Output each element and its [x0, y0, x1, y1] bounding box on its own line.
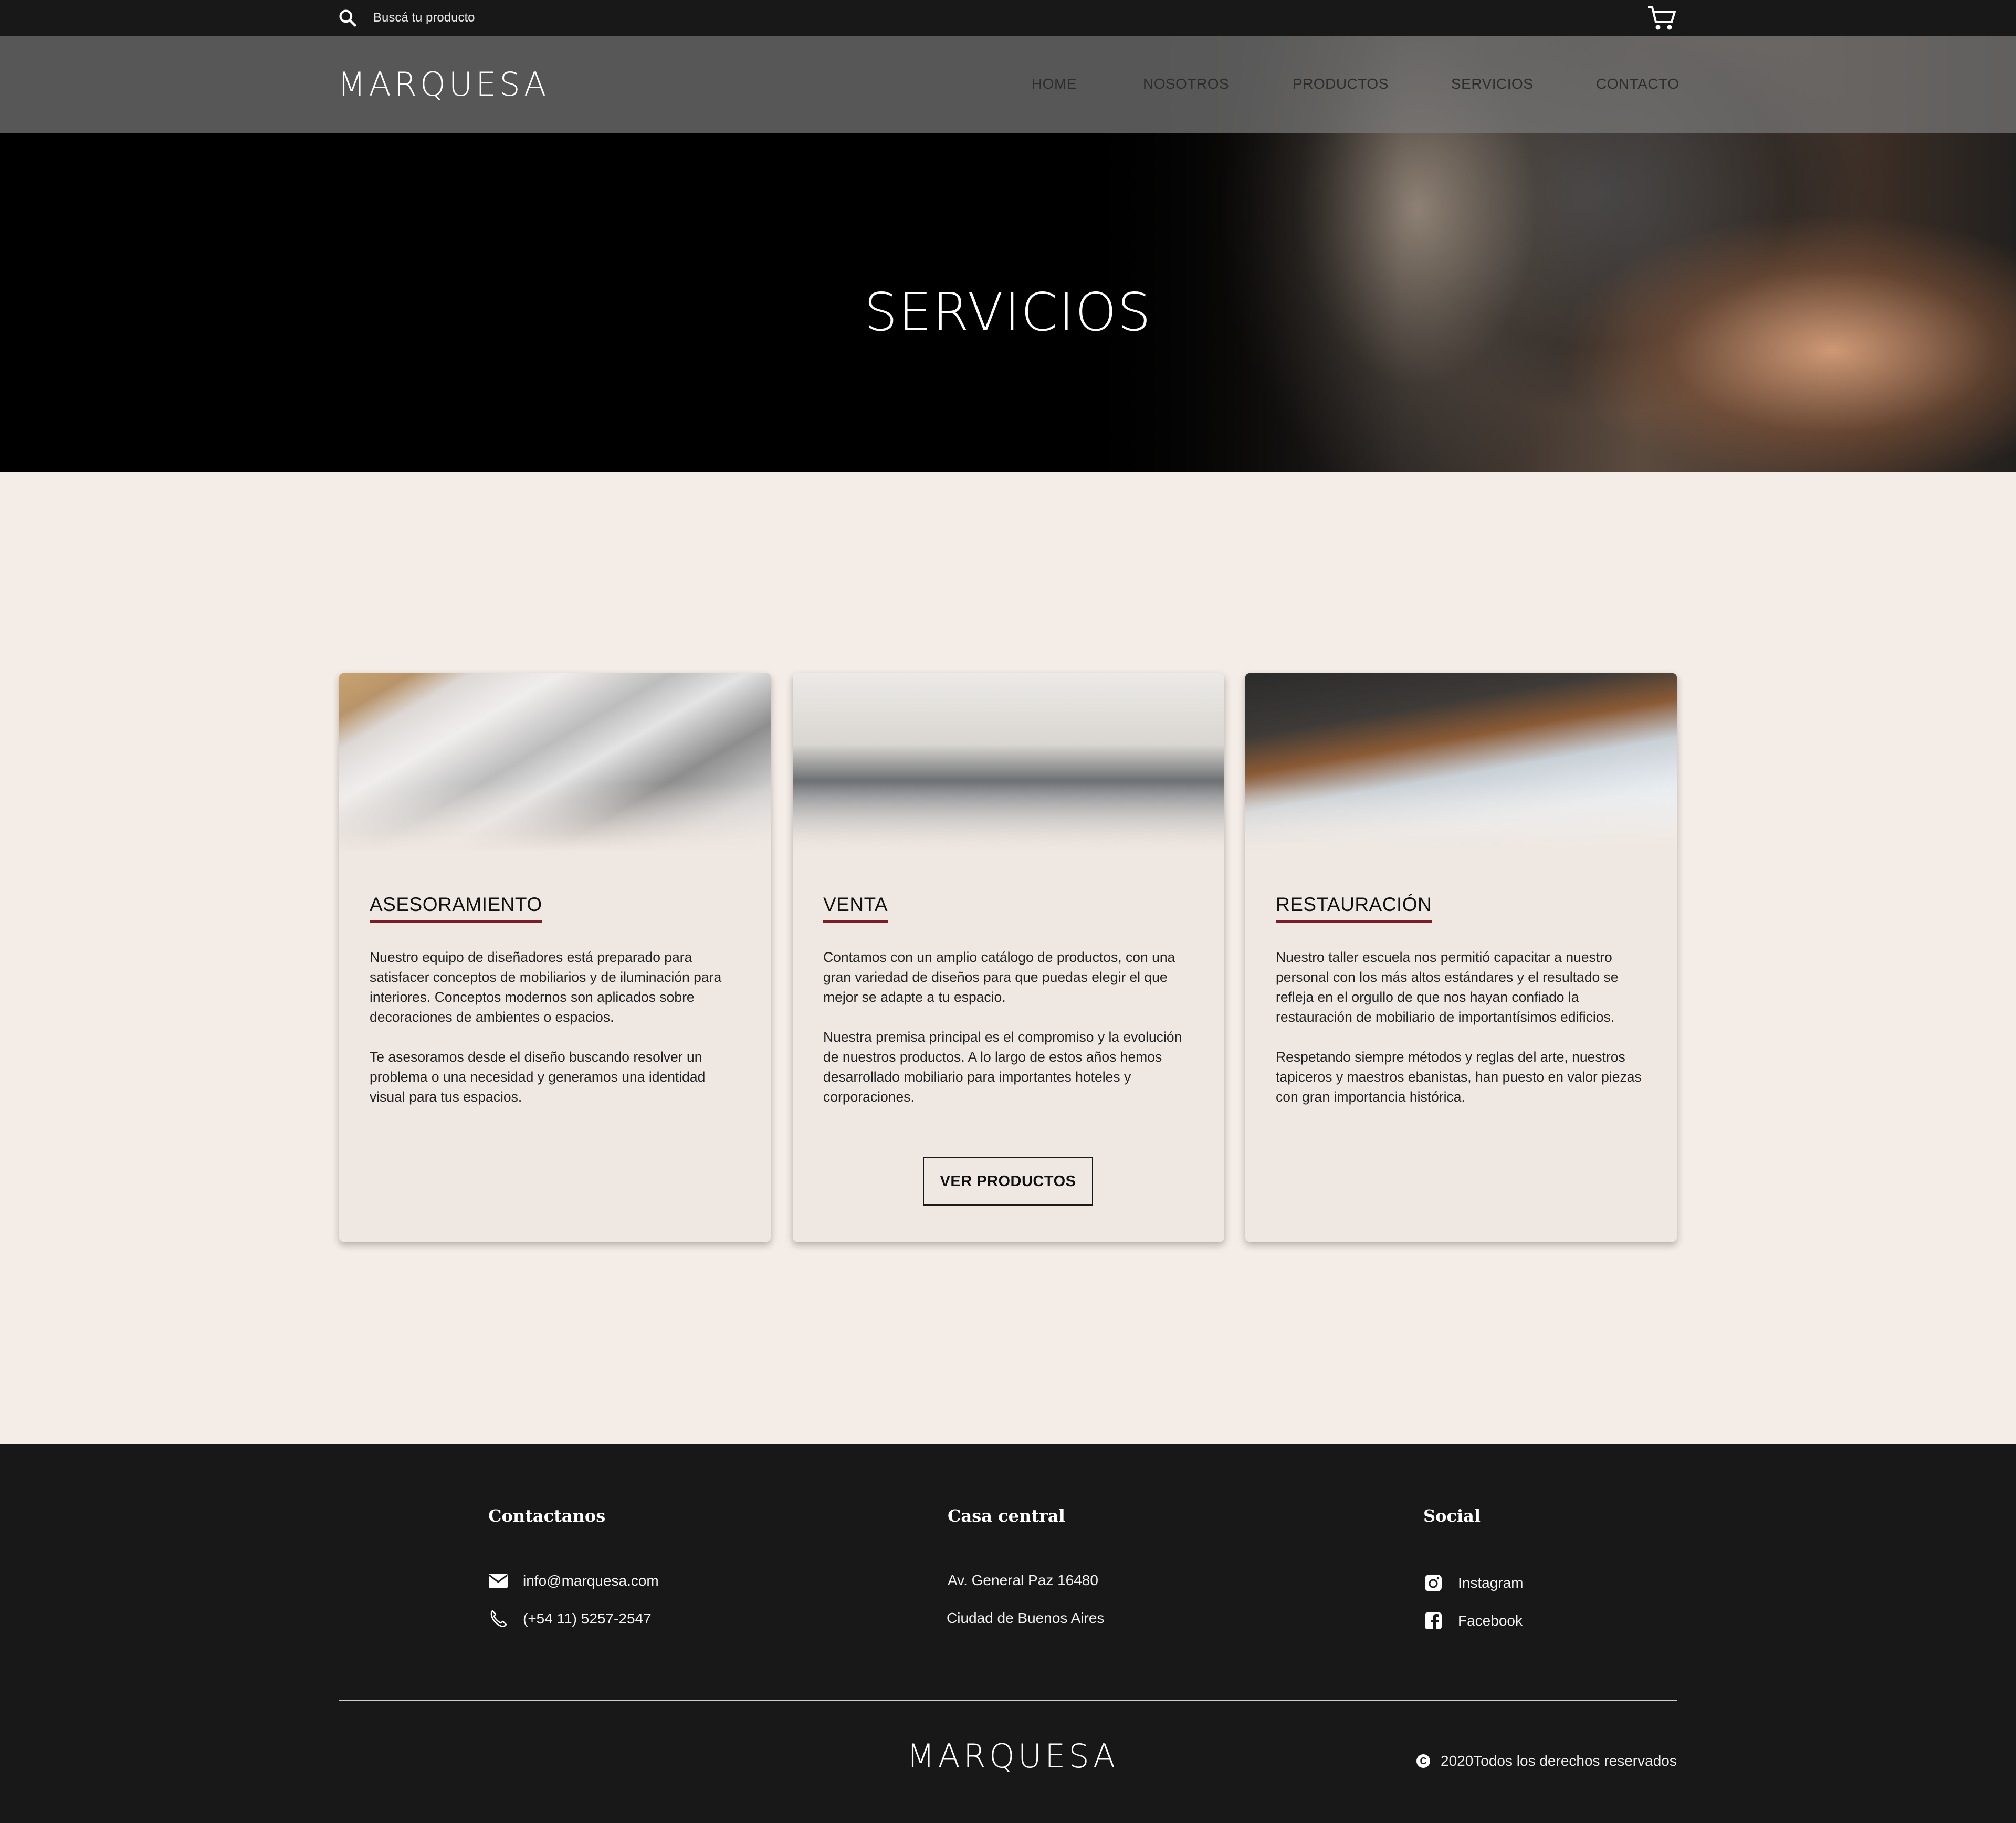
card-paragraph: Contamos con un amplio catálogo de produ… — [823, 949, 1175, 1005]
nav-home[interactable]: HOME — [1032, 76, 1077, 92]
footer-email: info@marquesa.com — [523, 1573, 659, 1589]
logo[interactable]: MARQUESA — [338, 65, 549, 103]
footer-address: Av. General Paz 16480 — [948, 1572, 1098, 1588]
footer-heading-social: Social — [1423, 1506, 1480, 1526]
footer-heading-contact: Contactanos — [488, 1506, 606, 1526]
instagram-icon — [1425, 1575, 1442, 1591]
card-paragraph: Te asesoramos desde el diseño buscando r… — [370, 1049, 706, 1105]
nav-contacto[interactable]: CONTACTO — [1596, 76, 1679, 92]
cart-icon[interactable] — [1646, 4, 1677, 32]
footer-instagram-link[interactable]: Instagram — [1423, 1573, 1524, 1593]
card-title: VENTA — [823, 894, 888, 923]
card-image — [1245, 673, 1677, 852]
service-card-venta: VENTA Contamos con un amplio catálogo de… — [793, 673, 1224, 1242]
footer-phone-link[interactable]: (+54 11) 5257-2547 — [488, 1609, 652, 1629]
footer-email-link[interactable]: info@marquesa.com — [488, 1571, 659, 1591]
search-icon[interactable] — [338, 8, 358, 28]
card-paragraph: Respetando siempre métodos y reglas del … — [1276, 1049, 1642, 1105]
card-paragraph: Nuestro taller escuela nos permitió capa… — [1276, 949, 1619, 1025]
main-navigation: MARQUESA HOME NOSOTROS PRODUCTOS SERVICI… — [0, 36, 2016, 133]
card-description: Contamos con un amplio catálogo de produ… — [823, 947, 1196, 1107]
footer-facebook: Facebook — [1458, 1612, 1522, 1629]
card-image — [339, 673, 771, 852]
card-paragraph: Nuestra premisa principal es el compromi… — [823, 1029, 1182, 1105]
phone-icon — [490, 1610, 507, 1627]
copyright-text: 2020Todos los derechos reservados — [1441, 1753, 1677, 1769]
footer-phone: (+54 11) 5257-2547 — [523, 1610, 652, 1627]
card-description: Nuestro equipo de diseñadores está prepa… — [370, 947, 742, 1107]
search-bar — [338, 6, 646, 29]
footer-heading-office: Casa central — [948, 1506, 1065, 1526]
facebook-icon — [1425, 1612, 1442, 1629]
card-title: RESTAURACIÓN — [1276, 894, 1432, 923]
footer-city: Ciudad de Buenos Aires — [947, 1610, 1105, 1626]
footer-logo[interactable]: MARQUESA — [907, 1737, 1118, 1775]
ver-productos-button[interactable]: VER PRODUCTOS — [923, 1157, 1093, 1206]
nav-servicios[interactable]: SERVICIOS — [1451, 76, 1533, 92]
footer: Contactanos Casa central Social info@mar… — [0, 1444, 2016, 1823]
page-title: SERVICIOS — [864, 281, 1152, 343]
nav-productos[interactable]: PRODUCTOS — [1293, 76, 1389, 92]
card-image — [793, 673, 1224, 852]
footer-logo-text: MARQUESA — [907, 1737, 1119, 1775]
footer-divider — [339, 1700, 1677, 1701]
nav-nosotros[interactable]: NOSOTROS — [1143, 76, 1229, 92]
card-title: ASESORAMIENTO — [370, 894, 542, 923]
service-card-restauracion: RESTAURACIÓN Nuestro taller escuela nos … — [1245, 673, 1677, 1242]
search-input[interactable] — [373, 7, 646, 28]
copyright-icon: C — [1416, 1754, 1430, 1768]
copyright: C 2020Todos los derechos reservados — [1416, 1753, 1677, 1769]
card-paragraph: Nuestro equipo de diseñadores está prepa… — [370, 949, 722, 1025]
card-description: Nuestro taller escuela nos permitió capa… — [1276, 947, 1648, 1107]
footer-facebook-link[interactable]: Facebook — [1423, 1611, 1522, 1631]
mail-icon — [489, 1574, 508, 1588]
footer-instagram: Instagram — [1458, 1575, 1524, 1591]
top-bar — [0, 0, 2016, 36]
logo-text: MARQUESA — [338, 65, 550, 103]
service-card-asesoramiento: ASESORAMIENTO Nuestro equipo de diseñado… — [339, 673, 771, 1242]
